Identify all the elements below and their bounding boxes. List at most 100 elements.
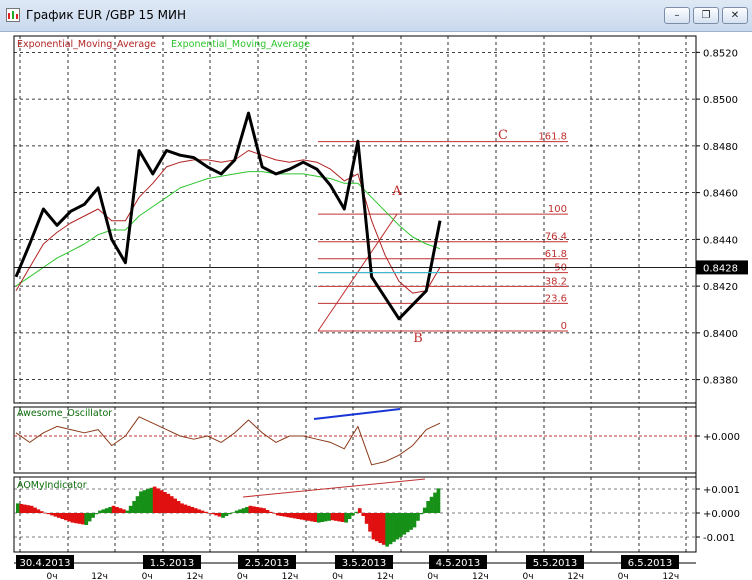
aomy-histogram-bar — [248, 505, 253, 513]
aomy-histogram-bar — [245, 507, 249, 513]
aomy-histogram-bar — [149, 487, 154, 513]
aomy-histogram-bar — [399, 513, 403, 537]
aomy-histogram-bar — [101, 509, 106, 513]
date-label: 5.5.2013 — [533, 558, 578, 569]
aomy-histogram-bar — [84, 513, 89, 525]
ema-indicator-label-1: Exponential_Moving_Average — [17, 39, 156, 50]
aomy-histogram-bar — [77, 513, 82, 524]
aomy-histogram-bar — [190, 507, 195, 513]
fib-level-label: 38.2 — [545, 276, 567, 287]
aomy-histogram-bar — [183, 504, 188, 513]
aomy-histogram-bar — [392, 513, 396, 542]
fib-level-label: 50 — [554, 263, 567, 274]
aomy-histogram-bar — [327, 513, 331, 521]
current-price-label: 0.8428 — [703, 263, 738, 274]
aomy-histogram-bar — [269, 511, 273, 513]
date-label: 3.5.2013 — [342, 558, 387, 569]
aomy-histogram-bar — [426, 501, 430, 513]
aomy-divergence-line — [242, 478, 426, 498]
aomy-histogram-bar — [234, 510, 239, 513]
time-label: 0ч — [142, 572, 153, 580]
aomy-histogram-bar — [22, 504, 27, 513]
aomy-histogram-bar — [436, 488, 441, 513]
aomy-histogram-bar — [422, 507, 427, 513]
aomy-histogram-bar — [429, 496, 434, 513]
aomy-histogram-bar — [87, 513, 92, 522]
chart-canvas[interactable]: 0.8520 0.8500 0.8480 0.8460 0.8440 0.8420 0.84… — [0, 32, 752, 580]
aomy-tick-label: +0.001 — [703, 485, 740, 496]
aomy-histogram-bar — [265, 510, 270, 513]
aomy-histogram-bar — [94, 513, 99, 515]
ema-indicator-label-2: Exponential_Moving_Average — [171, 39, 310, 50]
price-tick-label: 0.8460 — [703, 189, 738, 200]
aomy-histogram-bar — [375, 513, 379, 542]
aomy-histogram-bar — [416, 513, 420, 521]
aomy-histogram-bar — [255, 507, 260, 513]
chart-area[interactable]: 0.8520 0.8500 0.8480 0.8460 0.8440 0.8420 0.84… — [0, 32, 752, 580]
aomy-histogram-bar — [108, 507, 112, 513]
aomy-histogram-bar — [145, 489, 150, 513]
wave-label-a: A — [391, 184, 402, 199]
aomy-histogram-bar — [296, 513, 301, 519]
aomy-histogram-bar — [132, 501, 136, 513]
aomy-histogram-bar — [125, 510, 130, 513]
time-label: 0ч — [522, 572, 533, 580]
aomy-histogram-bar — [210, 513, 215, 515]
aomy-histogram-bar — [60, 513, 65, 519]
time-label: 12ч — [472, 572, 489, 580]
aomy-histogram-bar — [16, 503, 20, 513]
aomy-histogram-bar — [313, 513, 318, 522]
aomy-histogram-bar — [433, 492, 437, 513]
price-line — [14, 111, 442, 321]
aomy-histogram-bar — [299, 513, 304, 520]
wave-label-c: C — [498, 128, 508, 143]
time-label: 12ч — [662, 572, 679, 580]
aomy-histogram-bar — [351, 513, 355, 516]
aomy-histogram-bar — [337, 513, 342, 522]
aomy-histogram-bar — [224, 513, 229, 516]
close-button[interactable]: ✕ — [722, 7, 748, 24]
price-tick-label: 0.8440 — [703, 235, 738, 246]
ao-panel-frame — [13, 406, 697, 474]
date-label: 2.5.2013 — [245, 558, 290, 569]
aomy-histogram-bar — [361, 513, 366, 516]
aomy-histogram-bar — [115, 507, 119, 513]
aomy-histogram-bar — [419, 513, 424, 515]
aomy-histogram-bar — [214, 513, 218, 516]
ema-red-line — [15, 150, 441, 294]
aomy-histogram-bar — [279, 513, 283, 516]
aomy-histogram-bar — [139, 491, 143, 513]
aomy-histogram-bar — [405, 513, 410, 533]
fib-level-label: 76.4 — [545, 232, 567, 243]
aomy-histogram-bar — [320, 513, 324, 522]
aomy-histogram-bar — [241, 508, 246, 513]
aomy-histogram-bar — [334, 513, 338, 521]
window-titlebar: График EUR /GBP 15 МИН – ❐ ✕ — [0, 0, 752, 32]
aomy-histogram-bar — [385, 513, 389, 547]
aomy-histogram-bar — [111, 505, 116, 513]
ao-divergence-line — [313, 408, 401, 420]
aomy-histogram-bar — [409, 513, 413, 530]
aomy-histogram-bar — [310, 513, 314, 522]
price-tick-label: 0.8400 — [703, 329, 738, 340]
aomy-histogram-bar — [128, 505, 133, 513]
minimize-button[interactable]: – — [664, 7, 690, 24]
ao-line — [15, 416, 441, 466]
aomy-tick-label: +0.000 — [703, 509, 740, 520]
aomy-histogram-bar — [193, 508, 198, 513]
aomy-histogram-bar — [57, 513, 61, 518]
time-label: 12ч — [91, 572, 108, 580]
chart-app-icon — [6, 8, 20, 22]
fib-level-label: 61.8 — [545, 249, 567, 260]
restore-button[interactable]: ❐ — [693, 7, 719, 24]
aomy-histogram-bar — [43, 513, 48, 514]
price-tick-label: 0.8500 — [703, 95, 738, 106]
aomy-histogram-bar — [217, 513, 222, 517]
time-label: 0ч — [427, 572, 438, 580]
aomy-histogram-bar — [378, 513, 383, 543]
aomy-histogram-bar — [176, 501, 181, 513]
aomy-histogram-bar — [293, 513, 297, 519]
date-label: 30.4.2013 — [20, 558, 71, 569]
aomy-histogram-bar — [316, 513, 321, 523]
time-label: 0ч — [332, 572, 343, 580]
